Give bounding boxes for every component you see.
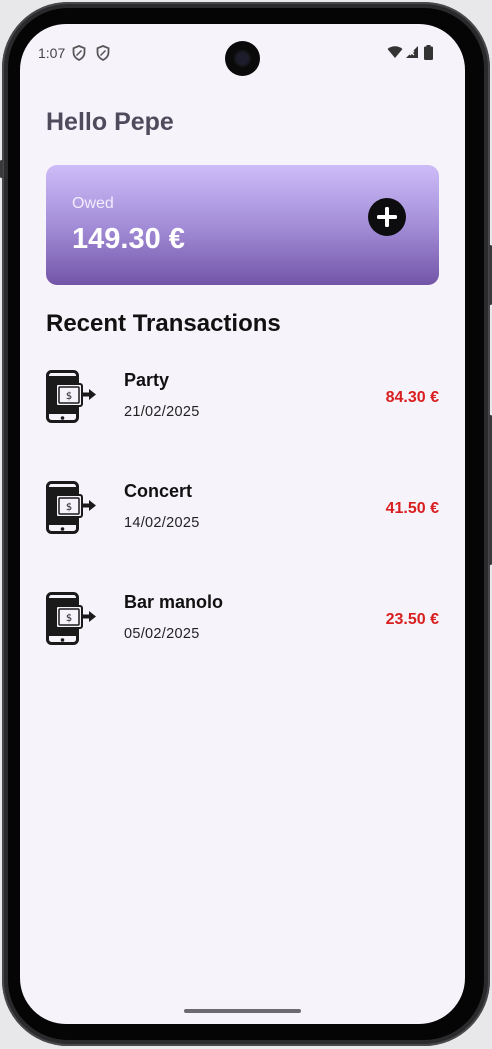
svg-text:$: $ (66, 391, 72, 402)
transaction-name: Bar manolo (124, 592, 224, 612)
transaction-name: Party (124, 370, 170, 390)
plus-circle-icon (377, 207, 397, 227)
transaction-date: 14/02/2025 (124, 515, 200, 531)
add-transaction-button[interactable] (368, 198, 406, 236)
greeting-title: Hello Pepe (46, 108, 174, 136)
shield-icon (72, 45, 86, 61)
home-indicator[interactable] (184, 1009, 301, 1013)
signal-icon (406, 46, 418, 58)
transaction-amount: 84.30 € (385, 389, 439, 406)
transaction-date: 05/02/2025 (124, 626, 200, 642)
phone-payment-icon: $ (46, 370, 96, 423)
svg-text:$: $ (66, 613, 72, 624)
shield-icon (96, 45, 110, 61)
transaction-amount: 23.50 € (385, 611, 439, 628)
transaction-row[interactable]: $ Bar manolo 05/02/2025 23.50 € (46, 592, 439, 672)
transaction-row[interactable]: $ Concert 14/02/2025 41.50 € (46, 481, 439, 561)
phone-payment-icon: $ (46, 592, 96, 645)
transaction-row[interactable]: $ Party 21/02/2025 84.30 € (46, 370, 439, 450)
phone-payment-icon: $ (46, 481, 96, 534)
transaction-date: 21/02/2025 (124, 404, 200, 420)
front-camera (225, 41, 260, 76)
wifi-icon (387, 46, 403, 58)
battery-icon (424, 45, 433, 60)
transaction-amount: 41.50 € (385, 500, 439, 517)
owed-label: Owed (72, 195, 114, 212)
camera-lens (236, 52, 249, 65)
svg-text:$: $ (66, 502, 72, 513)
status-time: 1:07 (38, 45, 66, 61)
app-screen: 1:07 Hello Pepe Owed 149.30 € Recent Tra… (20, 24, 465, 1024)
phone-device: 1:07 Hello Pepe Owed 149.30 € Recent Tra… (0, 0, 492, 1049)
status-bar: 1:07 (20, 24, 465, 76)
side-button (0, 160, 3, 178)
transaction-name: Concert (124, 481, 193, 501)
owed-amount: 149.30 € (72, 223, 185, 255)
owed-card: Owed 149.30 € (46, 165, 439, 285)
recent-transactions-title: Recent Transactions (46, 310, 281, 337)
